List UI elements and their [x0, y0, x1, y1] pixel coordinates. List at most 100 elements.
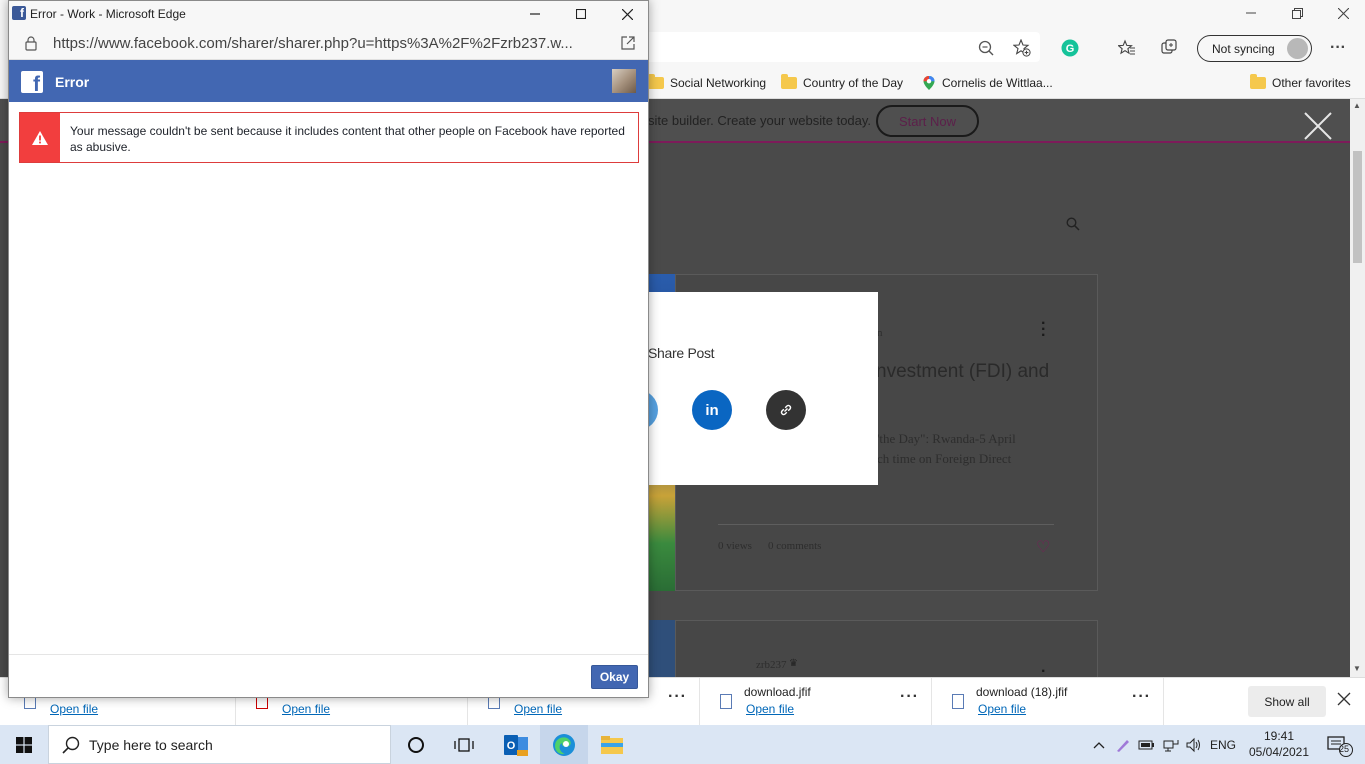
not-syncing-label: Not syncing: [1212, 41, 1275, 56]
volume-icon[interactable]: [1184, 725, 1204, 764]
facebook-header: f Error: [9, 60, 648, 102]
favorite-social-networking[interactable]: Social Networking: [648, 74, 766, 92]
close-download-bar-icon[interactable]: [1337, 692, 1351, 706]
file-icon: [720, 694, 732, 709]
download-item[interactable]: download.jfif Open file ···: [700, 678, 932, 726]
collections-icon[interactable]: [1156, 34, 1184, 62]
file-explorer-icon[interactable]: [588, 725, 636, 764]
favorite-label: Cornelis de Wittlaa...: [942, 76, 1053, 90]
popup-address-bar[interactable]: https://www.facebook.com/sharer/sharer.p…: [9, 27, 648, 60]
favorite-label: Country of the Day: [803, 76, 904, 90]
settings-more-icon[interactable]: ···: [1324, 34, 1352, 62]
clock[interactable]: 19:41 05/04/2021: [1244, 728, 1314, 760]
post-card[interactable]: [675, 620, 1098, 677]
comments-count[interactable]: 0 comments: [768, 540, 821, 552]
open-file-link[interactable]: Open file: [978, 702, 1026, 716]
favorite-country-of-the-day[interactable]: Country of the Day: [781, 74, 903, 92]
search-placeholder: Type here to search: [89, 736, 213, 753]
taskbar: Type here to search O ENG 19:41 05/04/20…: [0, 725, 1365, 764]
scroll-thumb[interactable]: [1353, 151, 1362, 263]
okay-button[interactable]: Okay: [591, 665, 638, 689]
crown-icon: ♛: [789, 658, 798, 669]
popup-window-title: Error - Work - Microsoft Edge: [30, 7, 186, 21]
post-title[interactable]: nvestment (FDI) and: [876, 361, 1049, 383]
post-excerpt-line-2: ch time on Foreign Direct: [877, 451, 1012, 466]
svg-text:G: G: [1066, 43, 1075, 55]
dialog-footer: Okay: [9, 654, 648, 697]
grammarly-icon[interactable]: G: [1056, 34, 1084, 62]
scroll-down-icon[interactable]: ▼: [1353, 664, 1361, 673]
share-post-title: Share Post: [648, 345, 715, 361]
copy-link-icon[interactable]: [766, 390, 806, 430]
cortana-icon[interactable]: [392, 725, 440, 764]
add-favorite-icon[interactable]: [1008, 34, 1036, 62]
taskbar-search-input[interactable]: Type here to search: [48, 725, 391, 764]
post-excerpt-line-1: 'the Day": Rwanda-5 April: [877, 431, 1016, 446]
open-file-link[interactable]: Open file: [50, 702, 98, 716]
divider: [718, 524, 1054, 525]
warning-icon: [20, 113, 60, 162]
download-filename: download.jfif: [744, 685, 811, 699]
banner-close-icon[interactable]: [1303, 111, 1333, 141]
share-post-modal: Share Post in: [618, 292, 878, 485]
facebook-logo-icon[interactable]: f: [21, 71, 43, 93]
pen-icon[interactable]: [1112, 725, 1134, 764]
outlook-icon[interactable]: O: [492, 725, 540, 764]
notifications-icon[interactable]: 25: [1320, 725, 1360, 764]
user-avatar[interactable]: [612, 69, 636, 93]
folder-icon: [1250, 74, 1266, 89]
favorite-cornelis[interactable]: Cornelis de Wittlaa...: [922, 74, 1053, 92]
views-count: 0 views: [718, 540, 752, 552]
folder-icon: [648, 74, 664, 89]
minimize-icon[interactable]: [1228, 0, 1274, 26]
show-all-button[interactable]: Show all: [1248, 686, 1326, 717]
folder-icon: [781, 74, 797, 89]
more-icon[interactable]: ···: [900, 688, 919, 706]
network-icon[interactable]: [1160, 725, 1182, 764]
open-file-link[interactable]: Open file: [514, 702, 562, 716]
page-scrollbar[interactable]: ▲ ▼: [1350, 99, 1365, 677]
popup-close-icon[interactable]: [604, 1, 648, 27]
download-item[interactable]: download (18).jfif Open file ···: [932, 678, 1164, 726]
linkedin-share-icon[interactable]: in: [692, 390, 732, 430]
more-icon[interactable]: ···: [668, 688, 687, 706]
post-image[interactable]: [648, 620, 675, 677]
open-file-link[interactable]: Open file: [746, 702, 794, 716]
dialog-heading: Error: [55, 74, 90, 90]
post-author[interactable]: zrb237: [756, 659, 787, 671]
start-now-button[interactable]: Start Now: [876, 105, 979, 137]
close-icon[interactable]: [1320, 0, 1365, 26]
more-icon[interactable]: ···: [1132, 688, 1151, 706]
facebook-share-popup: f Error - Work - Microsoft Edge https://…: [8, 0, 649, 698]
clock-date: 05/04/2021: [1248, 745, 1310, 759]
error-message: Your message couldn't be sent because it…: [70, 124, 625, 154]
task-view-icon[interactable]: [440, 725, 488, 764]
zoom-out-icon[interactable]: [972, 34, 1000, 62]
post-more-icon[interactable]: · · ·: [1041, 316, 1046, 344]
edge-icon[interactable]: [540, 725, 588, 764]
favorites-icon[interactable]: [1113, 34, 1141, 62]
lock-icon[interactable]: [25, 36, 37, 51]
show-hidden-icons[interactable]: [1090, 725, 1108, 764]
open-file-link[interactable]: Open file: [282, 702, 330, 716]
download-filename: download (18).jfif: [976, 685, 1068, 699]
windows-start-icon[interactable]: [0, 725, 48, 764]
popup-maximize-icon[interactable]: [558, 1, 604, 27]
scroll-up-icon[interactable]: ▲: [1353, 101, 1361, 110]
open-in-browser-icon[interactable]: [621, 36, 635, 50]
search-icon[interactable]: [1066, 217, 1080, 231]
clock-time: 19:41: [1263, 729, 1295, 743]
popup-url[interactable]: https://www.facebook.com/sharer/sharer.p…: [53, 35, 573, 52]
other-favorites[interactable]: Other favorites: [1250, 74, 1351, 92]
favorite-label: Social Networking: [670, 76, 767, 90]
profile-sync-button[interactable]: Not syncing: [1197, 35, 1312, 62]
language-indicator[interactable]: ENG: [1206, 725, 1240, 764]
popup-titlebar: f Error - Work - Microsoft Edge: [9, 1, 648, 27]
battery-icon[interactable]: [1136, 725, 1158, 764]
post-more-icon[interactable]: ·: [1041, 664, 1046, 678]
search-icon: [62, 736, 80, 754]
popup-minimize-icon[interactable]: [512, 1, 558, 27]
restore-icon[interactable]: [1274, 0, 1320, 26]
notification-count: 25: [1339, 744, 1350, 754]
heart-icon[interactable]: ♡: [1036, 537, 1050, 557]
